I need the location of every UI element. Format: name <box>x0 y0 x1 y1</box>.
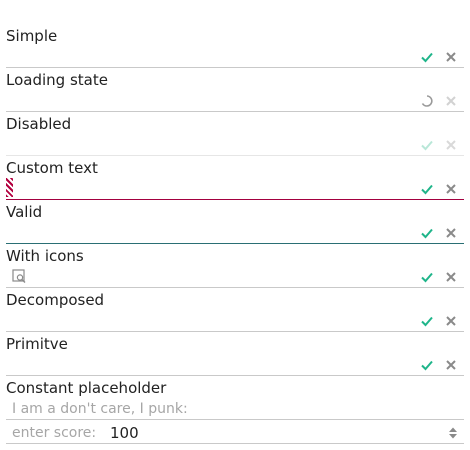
spinner-icon <box>421 95 433 107</box>
field-underline <box>6 419 464 420</box>
field-custom-text: Custom text <box>6 156 464 200</box>
field-label: Primitve <box>6 335 68 353</box>
field-label: With icons <box>6 247 84 265</box>
close-icon[interactable] <box>444 226 458 240</box>
invalid-indicator <box>6 178 13 197</box>
score-value[interactable]: 100 <box>110 424 139 442</box>
field-simple: Simple <box>6 24 464 68</box>
field-label: Custom text <box>6 159 98 177</box>
placeholder-text: I am a don't care, I punk: <box>12 401 188 417</box>
field-constant-placeholder: Constant placeholder I am a don't care, … <box>6 376 464 444</box>
search-document-icon <box>12 269 26 283</box>
field-label: Disabled <box>6 115 72 133</box>
close-icon[interactable] <box>444 314 458 328</box>
score-placeholder: enter score: <box>12 425 97 441</box>
close-icon[interactable] <box>444 50 458 64</box>
field-underline <box>6 443 464 444</box>
with-icons-input[interactable] <box>32 268 410 288</box>
field-label: Decomposed <box>6 291 105 309</box>
check-icon[interactable] <box>420 270 434 284</box>
close-icon[interactable] <box>444 358 458 372</box>
field-disabled: Disabled <box>6 112 464 156</box>
field-valid: Valid <box>6 200 464 244</box>
field-decomposed: Decomposed <box>6 288 464 332</box>
field-primitive: Primitve <box>6 332 464 376</box>
field-label: Constant placeholder <box>6 379 167 397</box>
primitive-input[interactable] <box>6 356 410 376</box>
decomposed-input[interactable] <box>6 312 410 332</box>
field-label: Valid <box>6 203 43 221</box>
stepper-icon[interactable] <box>448 426 458 440</box>
check-icon[interactable] <box>420 182 434 196</box>
simple-input[interactable] <box>6 48 410 68</box>
loading-input[interactable] <box>6 92 410 112</box>
valid-input[interactable] <box>6 224 410 244</box>
close-icon <box>446 140 456 150</box>
custom-text-input[interactable] <box>20 180 410 200</box>
close-icon[interactable] <box>444 270 458 284</box>
close-icon[interactable] <box>444 94 458 108</box>
check-icon[interactable] <box>420 50 434 64</box>
check-icon[interactable] <box>420 358 434 372</box>
check-icon[interactable] <box>420 314 434 328</box>
field-label: Simple <box>6 27 58 45</box>
field-label: Loading state <box>6 71 108 89</box>
field-with-icons: With icons <box>6 244 464 288</box>
disabled-input <box>6 136 410 156</box>
close-icon[interactable] <box>444 182 458 196</box>
check-icon <box>421 140 433 151</box>
field-loading: Loading state <box>6 68 464 112</box>
check-icon[interactable] <box>420 226 434 240</box>
